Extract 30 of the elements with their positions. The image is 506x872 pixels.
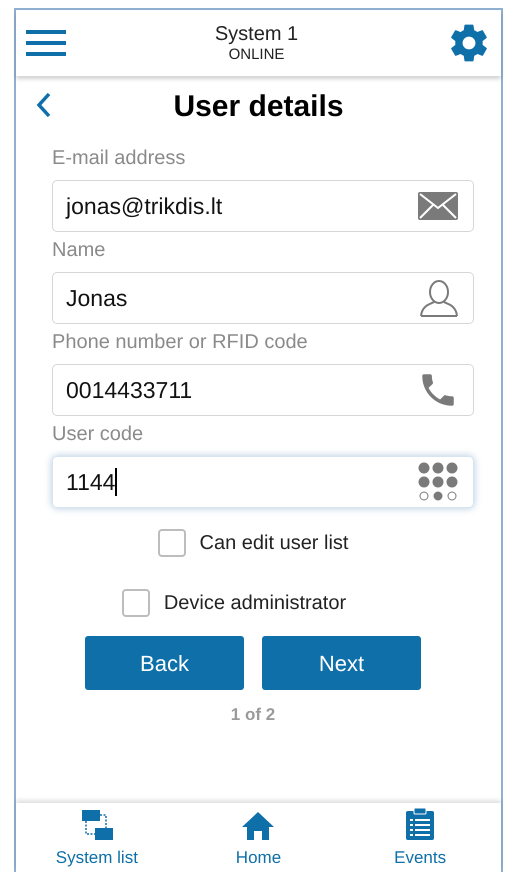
- input-field[interactable]: 0014433711: [52, 364, 474, 416]
- field-label: Name: [52, 238, 106, 262]
- home-icon: [241, 810, 276, 840]
- next-button[interactable]: Next: [262, 636, 421, 690]
- input-field[interactable]: 1144: [52, 456, 474, 508]
- input-field[interactable]: Jonas: [52, 272, 474, 324]
- linked-devices-icon: [80, 808, 113, 840]
- checkbox[interactable]: [158, 529, 186, 557]
- nav-tab[interactable]: Home: [193, 810, 324, 870]
- page-counter: 1 of 2: [230, 704, 276, 726]
- clipboard-list-icon: [405, 806, 436, 840]
- field-label: Phone number or RFID code: [52, 330, 309, 354]
- input-field[interactable]: jonas@trikdis.lt: [52, 180, 474, 232]
- field-label: E-mail address: [52, 146, 186, 170]
- keypad-icon: [417, 462, 459, 502]
- system-title: System 1: [214, 22, 298, 46]
- nav-tab[interactable]: Events: [355, 806, 486, 870]
- nav-tab[interactable]: System list: [32, 808, 162, 870]
- checkbox-label: Can edit user list: [200, 531, 348, 556]
- checkbox[interactable]: [122, 589, 150, 617]
- system-status: ONLINE: [228, 46, 284, 64]
- field-label: User code: [52, 422, 144, 446]
- checkbox-label: Device administrator: [164, 591, 346, 616]
- back-button[interactable]: Back: [85, 636, 244, 690]
- back-arrow-button[interactable]: [36, 92, 52, 118]
- person-icon: [419, 279, 459, 317]
- text-cursor: [115, 468, 118, 496]
- envelope-icon: [417, 191, 459, 221]
- page-title: User details: [173, 88, 344, 124]
- menu-button[interactable]: [26, 28, 66, 58]
